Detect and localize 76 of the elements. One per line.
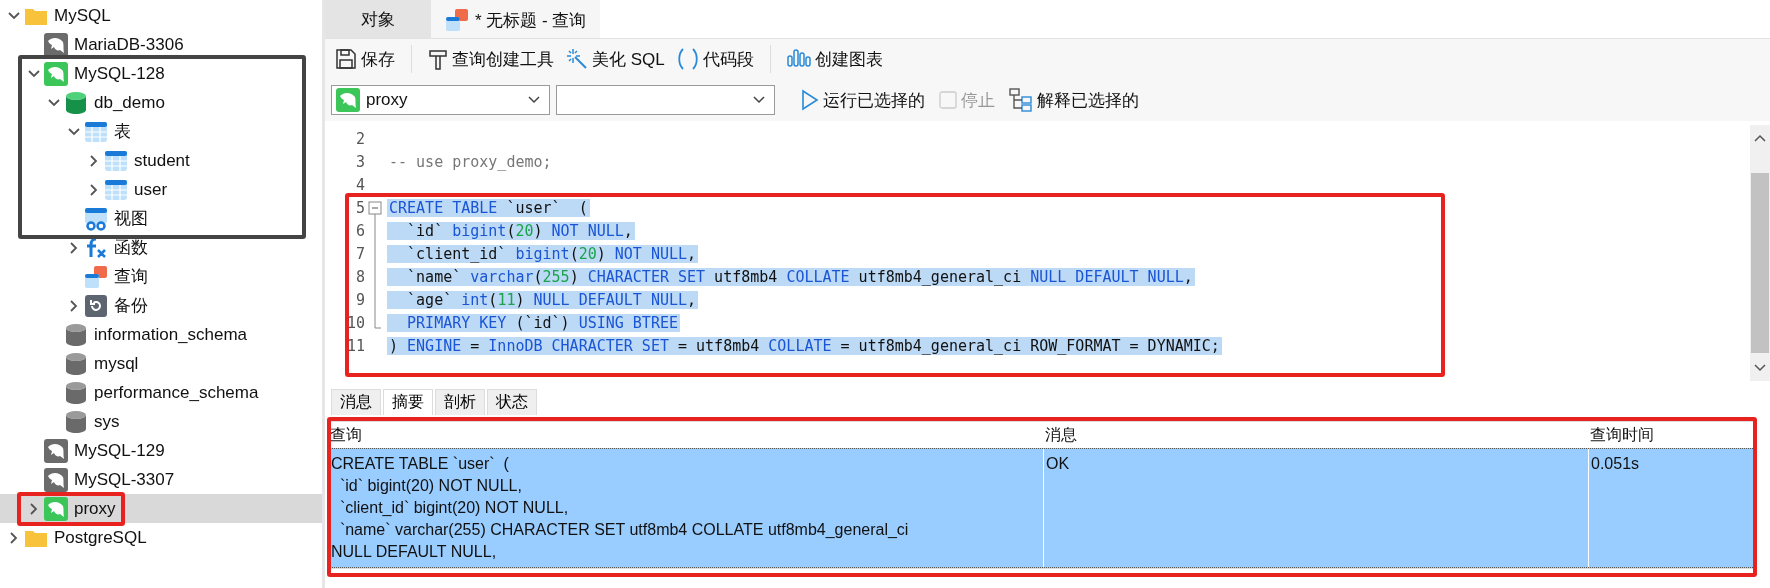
tree-item[interactable]: MySQL-129 <box>24 438 165 463</box>
table-icon <box>84 119 108 144</box>
toolbar-button[interactable]: 查询创建工具 <box>424 47 558 71</box>
line-number: 10 <box>345 313 365 332</box>
tree-item[interactable]: MySQL-3307 <box>24 467 175 492</box>
line-number: 3 <box>354 152 365 171</box>
table-cell: 0.051s <box>1589 449 1754 567</box>
toolbar-button[interactable]: 美化 SQL <box>562 47 669 71</box>
column-header[interactable]: 查询时间 <box>1588 424 1755 446</box>
tree-item[interactable]: MariaDB-3306 <box>24 32 184 57</box>
tree-item[interactable]: student <box>84 148 190 173</box>
tab[interactable]: * 无标题 - 查询 <box>431 0 601 38</box>
action-button[interactable]: 解释已选择的 <box>1005 88 1143 112</box>
tree-item[interactable]: performance_schema <box>44 380 259 405</box>
play-icon <box>801 89 819 111</box>
result-tab[interactable]: 消息 <box>331 389 381 415</box>
view-icon <box>84 206 108 231</box>
dolphin-icon <box>44 61 68 86</box>
result-row[interactable]: CREATE TABLE `user` ( `id` bigint(20) NOT NULL, `client_id` bigint(20) NOT NULL, `name` varchar(255) CHARACTER SET utf8mb4 COLLATE utf8mb4_general_ci NULL DEFAULT NULL, OK 0.051s <box>328 448 1755 568</box>
line-number: 7 <box>354 244 365 263</box>
tree-item[interactable]: sys <box>44 409 120 434</box>
magic-wand-icon <box>566 48 588 70</box>
tree-item[interactable]: db_demo <box>44 90 165 115</box>
scroll-down-icon[interactable] <box>1754 363 1766 373</box>
tree-item[interactable]: 查询 <box>64 264 148 289</box>
code-line: -- use proxy_demo; <box>388 152 553 171</box>
parentheses-icon <box>676 47 699 71</box>
tree-item[interactable]: mysql <box>44 351 139 376</box>
scrollbar[interactable] <box>1750 125 1770 381</box>
tab[interactable]: 对象 <box>325 0 431 38</box>
connection-select[interactable]: proxy <box>331 85 550 115</box>
table-cell: OK <box>1044 449 1589 567</box>
stop-icon <box>939 91 957 109</box>
action-button[interactable]: 运行已选择的 <box>797 88 929 112</box>
column-header[interactable]: 消息 <box>1043 424 1588 446</box>
tree-item[interactable]: 表 <box>64 119 131 144</box>
chart-icon <box>786 48 811 70</box>
query-icon <box>84 264 108 289</box>
dolphin-icon <box>44 467 68 492</box>
line-number: 6 <box>354 221 365 240</box>
dolphin-icon <box>44 32 68 57</box>
dolphin-icon <box>44 438 68 463</box>
toolbar-button[interactable]: 保存 <box>331 47 399 71</box>
table-cell: CREATE TABLE `user` ( `id` bigint(20) NOT NULL, `client_id` bigint(20) NOT NULL, `name` varchar(255) CHARACTER SET utf8mb4 COLLATE utf8mb4_general_ci NULL DEFAULT NULL, <box>329 449 1044 567</box>
tree-item[interactable]: 函数 <box>64 235 148 260</box>
tree-item[interactable]: user <box>84 177 168 202</box>
save-icon <box>335 48 357 70</box>
dropdown-caret-icon <box>527 95 541 105</box>
line-number: 9 <box>354 290 365 309</box>
dolphin-icon <box>44 496 68 521</box>
dolphin-icon <box>336 88 360 112</box>
tree-item[interactable]: 视图 <box>64 206 148 231</box>
column-header[interactable]: 查询 <box>328 424 1043 446</box>
explain-icon <box>1009 88 1033 112</box>
tree-item[interactable]: information_schema <box>44 322 248 347</box>
line-number: 5 <box>354 198 365 217</box>
tree-item[interactable]: MySQL-128 <box>24 61 165 86</box>
table-icon <box>104 177 128 202</box>
backup-icon <box>84 293 108 318</box>
query-icon <box>445 8 469 32</box>
scroll-up-icon[interactable] <box>1754 133 1766 143</box>
line-number: 8 <box>354 267 365 286</box>
tree-item[interactable]: MySQL <box>4 3 111 28</box>
tree-item[interactable]: 备份 <box>64 293 148 318</box>
line-number: 2 <box>354 129 365 148</box>
line-number: 11 <box>345 336 365 355</box>
result-tab[interactable]: 摘要 <box>383 389 433 415</box>
result-tab[interactable]: 剖析 <box>435 389 485 415</box>
database-select[interactable] <box>556 85 775 115</box>
result-tab[interactable]: 状态 <box>487 389 537 415</box>
dropdown-caret-icon <box>752 95 766 105</box>
toolbar-button[interactable]: 创建图表 <box>782 47 887 71</box>
toolbar-button[interactable]: 代码段 <box>672 47 758 71</box>
table-icon <box>104 148 128 173</box>
tree-item[interactable]: PostgreSQL <box>4 525 147 550</box>
line-number: 4 <box>354 175 365 194</box>
